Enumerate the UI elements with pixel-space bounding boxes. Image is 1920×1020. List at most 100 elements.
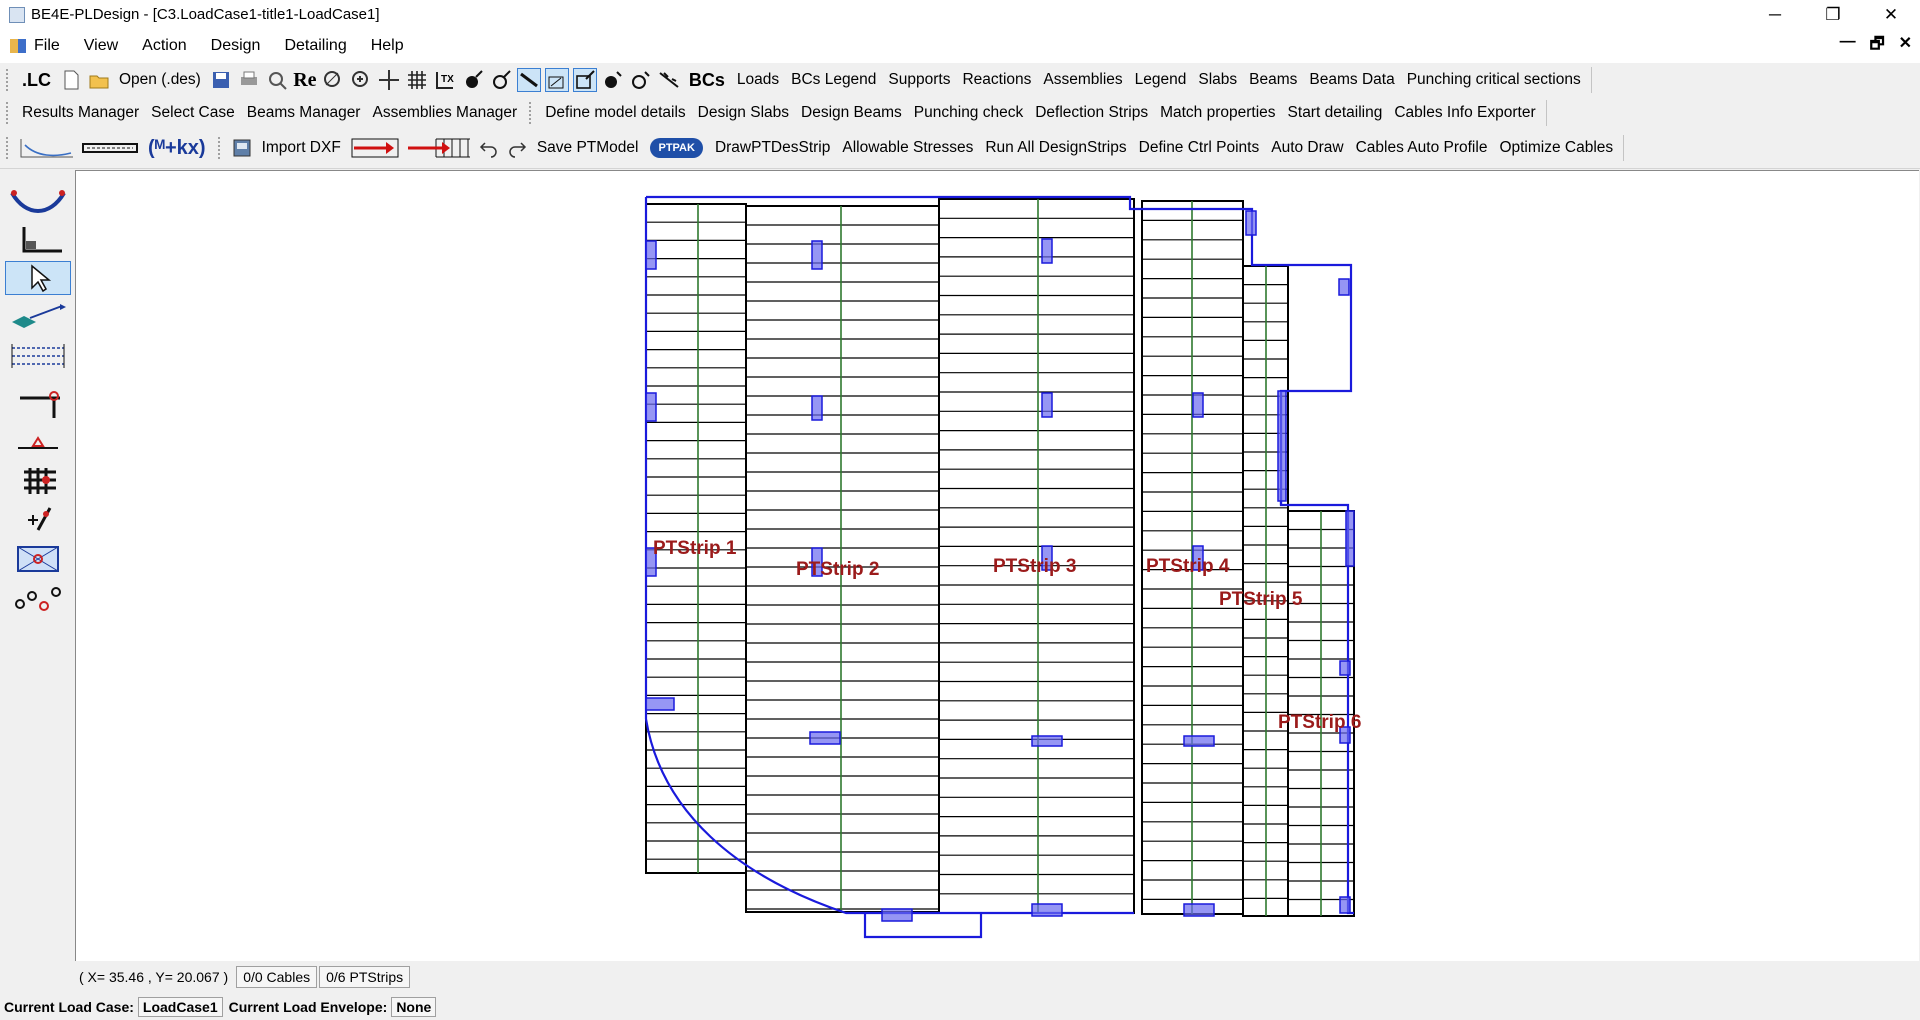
menu-file[interactable]: File (34, 37, 60, 55)
hatch-tool-icon[interactable] (544, 68, 569, 92)
point-load-icon[interactable] (602, 69, 624, 91)
loads-button[interactable]: Loads (731, 71, 785, 89)
undo-icon[interactable] (478, 137, 500, 159)
beams-data-button[interactable]: Beams Data (1303, 71, 1400, 89)
lc-button[interactable]: .LC (16, 70, 57, 91)
strip-grid-icon[interactable] (6, 339, 70, 371)
define-ctrl-points-button[interactable]: Define Ctrl Points (1133, 139, 1266, 157)
mdi-close-button[interactable]: ✕ (1899, 33, 1912, 60)
pan-icon[interactable] (378, 69, 400, 91)
minimize-button[interactable]: ─ (1746, 0, 1804, 29)
toolbar-grip[interactable] (6, 101, 11, 124)
formula-button[interactable]: (ᴹ+kx) (142, 137, 212, 160)
punching-critical-sections-button[interactable]: Punching critical sections (1401, 71, 1587, 89)
point-tool-icon[interactable] (6, 503, 70, 535)
match-properties-button[interactable]: Match properties (1154, 104, 1281, 122)
current-load-case-value[interactable]: LoadCase1 (137, 997, 223, 1017)
maximize-button[interactable]: ❐ (1804, 0, 1862, 29)
reactions-button[interactable]: Reactions (956, 71, 1037, 89)
open-des-button[interactable]: Open (.des) (113, 71, 207, 89)
punching-check-button[interactable]: Punching check (908, 104, 1029, 122)
deflection-strips-button[interactable]: Deflection Strips (1029, 104, 1154, 122)
cable-draw-icon[interactable] (6, 184, 70, 216)
toolbar-grip[interactable] (529, 101, 534, 124)
save-icon[interactable] (210, 69, 232, 91)
re-button[interactable]: Re (293, 69, 316, 91)
menu-action[interactable]: Action (142, 37, 186, 55)
toolbar-grip[interactable] (6, 69, 11, 91)
drawing-canvas[interactable]: PTStrip 1 PTStrip 2 PTStrip 3 PTStrip 4 … (75, 170, 1919, 961)
redo-icon[interactable] (506, 137, 528, 159)
run-all-designstrips-button[interactable]: Run All DesignStrips (979, 139, 1132, 157)
ring-tool-icon[interactable] (490, 69, 512, 91)
strip-label[interactable]: PTStrip 1 (653, 538, 737, 559)
axis-tool-icon[interactable] (6, 224, 70, 256)
menu-design[interactable]: Design (211, 37, 261, 55)
start-detailing-button[interactable]: Start detailing (1282, 104, 1389, 122)
strip-grid-arrow-icon[interactable] (406, 137, 472, 159)
select-pointer-icon[interactable] (5, 261, 71, 295)
supports-button[interactable]: Supports (882, 71, 956, 89)
node-tool-icon[interactable] (462, 69, 484, 91)
toolbar-grip[interactable] (6, 137, 11, 159)
strip-label[interactable]: PTStrip 3 (993, 556, 1076, 577)
beam-section-icon[interactable] (81, 137, 139, 159)
bcs-button[interactable]: BCs (683, 70, 731, 91)
pin-support-icon[interactable] (6, 427, 70, 459)
legend-button[interactable]: Legend (1129, 71, 1193, 89)
zoom-extents-icon[interactable] (322, 69, 344, 91)
assemblies-manager-button[interactable]: Assemblies Manager (366, 104, 523, 122)
mdi-minimize-button[interactable]: — (1840, 33, 1856, 60)
define-model-details-button[interactable]: Define model details (539, 104, 691, 122)
menu-detailing[interactable]: Detailing (284, 37, 346, 55)
auto-draw-button[interactable]: Auto Draw (1265, 139, 1349, 157)
print-preview-icon[interactable] (266, 69, 288, 91)
document-icon[interactable] (10, 39, 26, 53)
open-folder-icon[interactable] (88, 69, 110, 91)
cables-auto-profile-button[interactable]: Cables Auto Profile (1350, 139, 1494, 157)
draw-pt-des-strip-button[interactable]: DrawPTDesStrip (709, 139, 836, 157)
edit-region-icon[interactable] (572, 68, 597, 92)
ptpak-button[interactable]: PTPAK (644, 138, 708, 158)
design-slabs-button[interactable]: Design Slabs (692, 104, 795, 122)
menu-view[interactable]: View (84, 37, 118, 55)
slabs-button[interactable]: Slabs (1192, 71, 1243, 89)
bcs-legend-button[interactable]: BCs Legend (785, 71, 882, 89)
opening-tool-icon[interactable] (6, 543, 70, 575)
grid-icon[interactable] (406, 69, 428, 91)
column-support-icon[interactable] (6, 389, 70, 421)
optimize-cables-button[interactable]: Optimize Cables (1493, 139, 1619, 157)
beams-manager-button[interactable]: Beams Manager (241, 104, 367, 122)
strip-label[interactable]: PTStrip 4 (1146, 556, 1230, 577)
strip-line-icon[interactable] (658, 69, 680, 91)
strip-label[interactable]: PTStrip 2 (796, 559, 879, 580)
cable-profile-icon[interactable] (19, 137, 75, 159)
allowable-stresses-button[interactable]: Allowable Stresses (836, 139, 979, 157)
beams-button[interactable]: Beams (1243, 71, 1303, 89)
assemblies-button[interactable]: Assemblies (1037, 71, 1128, 89)
toolbar-grip[interactable] (217, 137, 223, 159)
model-drawing[interactable]: PTStrip 1 PTStrip 2 PTStrip 3 PTStrip 4 … (76, 171, 1919, 961)
strip-label[interactable]: PTStrip 5 (1219, 589, 1303, 610)
print-icon[interactable] (238, 69, 260, 91)
text-axis-icon[interactable]: TX (434, 69, 456, 91)
slab-tool-icon[interactable] (6, 299, 70, 331)
strip-arrow-icon[interactable] (350, 137, 400, 159)
menu-help[interactable]: Help (371, 37, 404, 55)
save-ptmodel-button[interactable]: Save PTModel (531, 139, 645, 157)
current-load-envelope-value[interactable]: None (391, 997, 437, 1017)
import-dxf-button[interactable]: Import DXF (256, 139, 347, 157)
select-case-button[interactable]: Select Case (145, 104, 241, 122)
close-button[interactable]: ✕ (1862, 0, 1920, 29)
design-beams-button[interactable]: Design Beams (795, 104, 908, 122)
new-file-icon[interactable] (60, 69, 82, 91)
mesh-tool-icon[interactable] (6, 465, 70, 497)
moment-icon[interactable] (630, 69, 652, 91)
zoom-in-icon[interactable] (350, 69, 372, 91)
import-dxf-icon[interactable] (231, 137, 253, 159)
nodes-tool-icon[interactable] (6, 583, 70, 615)
draw-line-icon[interactable] (516, 68, 541, 92)
results-manager-button[interactable]: Results Manager (16, 104, 145, 122)
mdi-restore-button[interactable]: 🗗 (1870, 33, 1885, 60)
cables-info-exporter-button[interactable]: Cables Info Exporter (1388, 104, 1541, 122)
